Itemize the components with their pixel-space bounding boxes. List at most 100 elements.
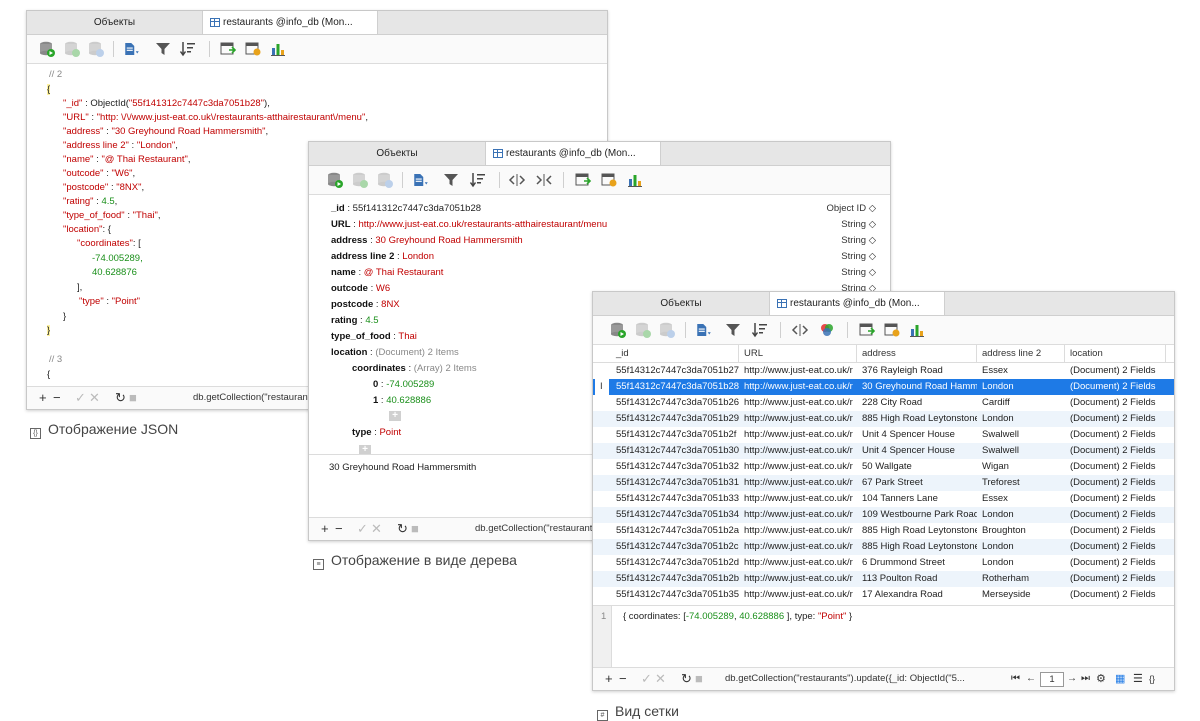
db-stop-icon[interactable]: [376, 171, 394, 189]
cell-id[interactable]: 55f14312c7447c3da7051b2d: [611, 555, 739, 571]
cell-location[interactable]: (Document) 2 Fields: [1065, 491, 1166, 507]
type-selector[interactable]: String ◇: [841, 217, 876, 233]
cell-location[interactable]: (Document) 2 Fields: [1065, 523, 1166, 539]
filter-icon[interactable]: [724, 321, 742, 339]
cell-address[interactable]: 17 Alexandra Road: [857, 587, 977, 603]
tab-objects[interactable]: Объекты: [27, 11, 202, 34]
table-row[interactable]: 55f14312c7447c3da7051b32 http://www.just-…: [593, 459, 1174, 475]
cell-address[interactable]: 6 Drummond Street: [857, 555, 977, 571]
tab-objects[interactable]: Объекты: [309, 142, 485, 165]
apply-button[interactable]: ✓: [641, 671, 652, 687]
refresh-button[interactable]: ↻: [397, 521, 408, 537]
cell-address-line-2[interactable]: Rotherham: [977, 571, 1065, 587]
cell-address[interactable]: 885 High Road Leytonstone: [857, 523, 977, 539]
cell-address[interactable]: Unit 4 Spencer House: [857, 443, 977, 459]
stop-button[interactable]: ■: [129, 390, 137, 406]
cell-id[interactable]: 55f14312c7447c3da7051b29: [611, 411, 739, 427]
column-header-url[interactable]: URL: [739, 345, 857, 362]
type-selector[interactable]: String ◇: [841, 265, 876, 281]
cell-url[interactable]: http://www.just-eat.co.uk/r: [739, 491, 857, 507]
color-rules-icon[interactable]: [818, 321, 836, 339]
cancel-button[interactable]: ✕: [655, 671, 666, 687]
page-input[interactable]: 1: [1040, 672, 1064, 687]
filter-icon[interactable]: [442, 171, 460, 189]
db-refresh-icon[interactable]: [351, 171, 369, 189]
export-icon[interactable]: [858, 321, 876, 339]
cell-url[interactable]: http://www.just-eat.co.uk/r: [739, 379, 857, 395]
db-refresh-icon[interactable]: [634, 321, 652, 339]
cell-id[interactable]: 55f14312c7447c3da7051b2c: [611, 539, 739, 555]
table-row[interactable]: I 55f14312c7447c3da7051b28 http://www.just…: [593, 379, 1174, 395]
document-dropdown-icon[interactable]: [412, 171, 436, 189]
document-dropdown-icon[interactable]: [695, 321, 719, 339]
add-record-button[interactable]: +: [39, 390, 47, 406]
prev-page-button[interactable]: ←: [1026, 671, 1036, 687]
table-row[interactable]: 55f14312c7447c3da7051b2f http://www.just-…: [593, 427, 1174, 443]
cell-address-line-2[interactable]: Essex: [977, 363, 1065, 379]
code-view-icon[interactable]: [791, 321, 809, 339]
settings-icon[interactable]: ⚙: [1096, 671, 1106, 687]
tree-row-type[interactable]: type : Point: [352, 425, 401, 441]
cell-address[interactable]: 50 Wallgate: [857, 459, 977, 475]
apply-button[interactable]: ✓: [75, 390, 86, 406]
cell-url[interactable]: http://www.just-eat.co.uk/r: [739, 587, 857, 603]
add-record-button[interactable]: +: [321, 521, 329, 537]
apply-button[interactable]: ✓: [357, 521, 368, 537]
delete-record-button[interactable]: −: [335, 521, 343, 537]
value-editor[interactable]: 30 Greyhound Road Hammersmith: [329, 460, 476, 476]
document-dropdown-icon[interactable]: [123, 40, 147, 58]
chart-icon[interactable]: [626, 171, 644, 189]
table-row[interactable]: 55f14312c7447c3da7051b2b http://www.just-…: [593, 571, 1174, 587]
json-view-icon[interactable]: {}: [1149, 671, 1155, 687]
column-header-id[interactable]: _id: [611, 345, 739, 362]
tree-row-coordinate-0[interactable]: 0 : -74.005289: [373, 377, 434, 393]
cancel-button[interactable]: ✕: [89, 390, 100, 406]
cancel-button[interactable]: ✕: [371, 521, 382, 537]
stop-button[interactable]: ■: [411, 521, 419, 537]
cell-id[interactable]: 55f14312c7447c3da7051b2a: [611, 523, 739, 539]
cell-id[interactable]: 55f14312c7447c3da7051b26: [611, 395, 739, 411]
cell-location[interactable]: (Document) 2 Fields: [1065, 571, 1166, 587]
last-page-button[interactable]: ⏭: [1081, 671, 1090, 687]
cell-location[interactable]: (Document) 2 Fields: [1065, 507, 1166, 523]
table-row[interactable]: 55f14312c7447c3da7051b31 http://www.just-…: [593, 475, 1174, 491]
type-selector[interactable]: Object ID ◇: [826, 201, 876, 217]
type-selector[interactable]: String ◇: [841, 233, 876, 249]
value-editor[interactable]: 1 { coordinates: [-74.005289, 40.628886 …: [593, 605, 1174, 669]
cell-id[interactable]: 55f14312c7447c3da7051b35: [611, 587, 739, 603]
cell-url[interactable]: http://www.just-eat.co.uk/r: [739, 427, 857, 443]
import-icon[interactable]: [600, 171, 618, 189]
cell-address[interactable]: 376 Rayleigh Road: [857, 363, 977, 379]
cell-address-line-2[interactable]: London: [977, 411, 1065, 427]
cell-id[interactable]: 55f14312c7447c3da7051b27: [611, 363, 739, 379]
table-row[interactable]: 55f14312c7447c3da7051b33 http://www.just-…: [593, 491, 1174, 507]
sort-icon[interactable]: [179, 40, 197, 58]
cell-location[interactable]: (Document) 2 Fields: [1065, 459, 1166, 475]
cell-url[interactable]: http://www.just-eat.co.uk/r: [739, 395, 857, 411]
tree-view-icon[interactable]: ☰: [1133, 671, 1143, 687]
cell-address-line-2[interactable]: Treforest: [977, 475, 1065, 491]
delete-record-button[interactable]: −: [53, 390, 61, 406]
tree-row[interactable]: URL : http://www.just-eat.co.uk/restaura…: [331, 217, 890, 233]
tree-row[interactable]: address line 2 : London String ◇: [331, 249, 890, 265]
add-record-button[interactable]: +: [605, 671, 613, 687]
sort-icon[interactable]: [751, 321, 769, 339]
export-icon[interactable]: [219, 40, 237, 58]
tab-collection[interactable]: restaurants @info_db (Mon...: [202, 11, 378, 34]
db-run-icon[interactable]: [38, 40, 56, 58]
tree-row-coordinates[interactable]: coordinates : (Array) 2 Items: [352, 361, 477, 377]
chart-icon[interactable]: [269, 40, 287, 58]
cell-id[interactable]: 55f14312c7447c3da7051b33: [611, 491, 739, 507]
cell-address-line-2[interactable]: Swalwell: [977, 427, 1065, 443]
cell-id[interactable]: 55f14312c7447c3da7051b28: [611, 379, 739, 395]
cell-address[interactable]: 67 Park Street: [857, 475, 977, 491]
tree-row-location[interactable]: location : (Document) 2 Items: [331, 345, 459, 361]
cell-address[interactable]: 885 High Road Leytonstone: [857, 539, 977, 555]
tree-row[interactable]: _id : 55f141312c7447c3da7051b28 Object ID…: [331, 201, 890, 217]
db-stop-icon[interactable]: [87, 40, 105, 58]
next-page-button[interactable]: →: [1067, 671, 1077, 687]
tab-objects[interactable]: Объекты: [593, 292, 769, 315]
delete-record-button[interactable]: −: [619, 671, 627, 687]
cell-address[interactable]: 30 Greyhound Road Hamm: [857, 379, 977, 395]
refresh-button[interactable]: ↻: [681, 671, 692, 687]
